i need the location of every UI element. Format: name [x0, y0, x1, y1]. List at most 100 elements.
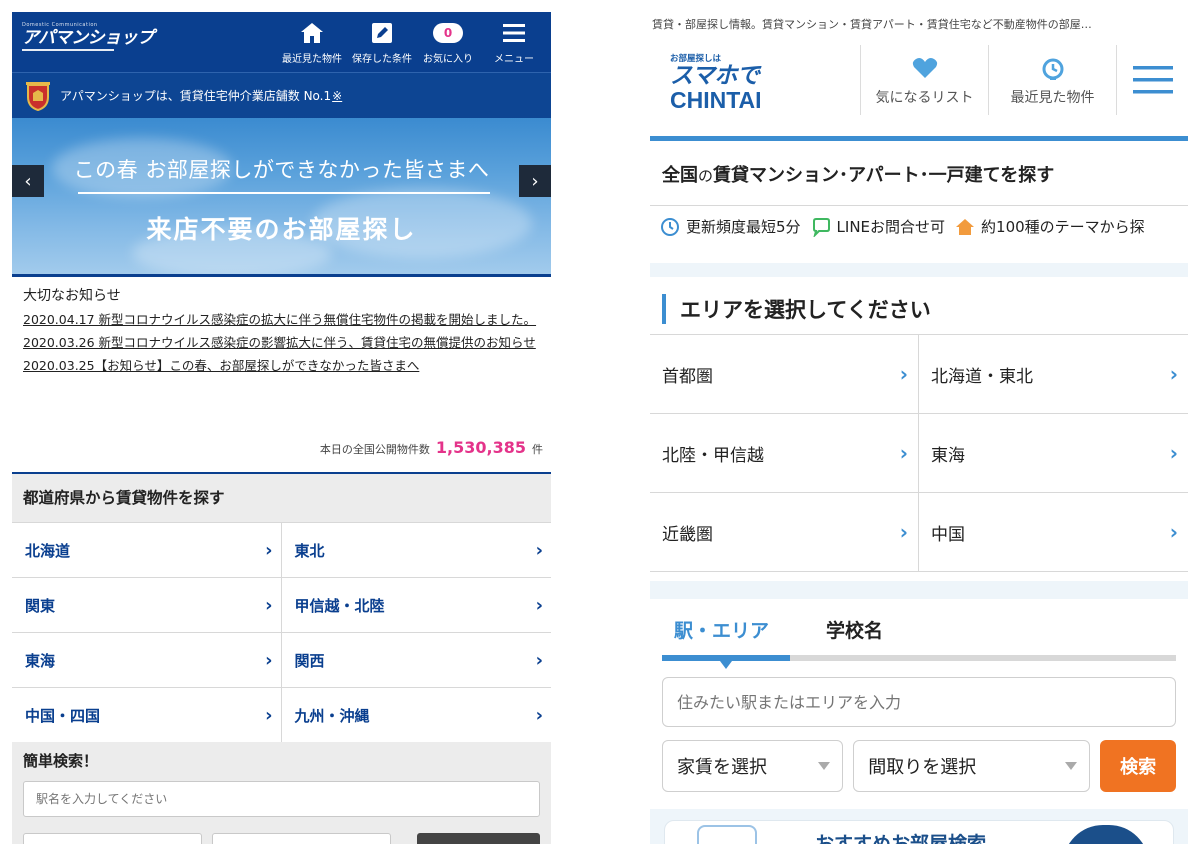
recommend-title: おすすめお部屋検索 — [815, 833, 987, 844]
favorite-count-badge: 0 — [433, 23, 463, 43]
nav-saved-button[interactable]: 保存した条件 — [349, 20, 415, 65]
quick-select-2[interactable] — [211, 833, 391, 844]
station-search-input[interactable] — [23, 781, 540, 817]
feature-item: 約100種のテーマから探 — [955, 216, 1145, 237]
nav-saved-label: 保存した条件 — [352, 54, 412, 65]
listing-count: 本日の全国公開物件数 1,530,385 件 — [320, 438, 543, 457]
tab-station-area[interactable]: 駅・エリア — [662, 616, 790, 655]
chintai-logo[interactable]: お部屋探しは スマホでCHINTAI — [670, 52, 850, 113]
station-area-input[interactable] — [662, 677, 1176, 727]
area-link-hokkaido-tohoku[interactable]: 北海道・東北 › — [919, 335, 1188, 414]
dropdown-caret-icon — [1065, 762, 1078, 770]
nav-favorites-label: お気に入り — [423, 54, 473, 65]
dropdown-caret-icon — [818, 762, 831, 770]
listing-count-value: 1,530,385 — [435, 438, 526, 457]
region-label: 北海道 — [25, 541, 71, 560]
banner-subheadline: 来店不要のお部屋探し — [146, 215, 417, 244]
feature-list: 更新頻度最短5分 LINEお問合せ可 約100種のテーマから探 — [650, 206, 1188, 237]
area-link-tokai[interactable]: 東海 › — [919, 414, 1188, 493]
area-link-kinki[interactable]: 近畿圏 › — [650, 493, 919, 572]
chevron-right-icon: › — [1169, 520, 1178, 544]
area-label: 東海 — [931, 445, 965, 466]
rent-select[interactable]: 家賃を選択 — [662, 740, 844, 792]
nav-favorites-button[interactable]: 0 お気に入り — [419, 20, 477, 65]
news-link[interactable]: 2020.03.26 新型コロナウイルス感染症の影響拡大に伴う、賃貸住宅の無償提… — [23, 332, 540, 353]
menu-button[interactable] — [1116, 45, 1188, 115]
clock-history-icon — [989, 45, 1116, 80]
layout-select[interactable]: 間取りを選択 — [853, 740, 1091, 792]
chevron-right-icon: › — [531, 170, 539, 192]
hero-title-mid: の — [698, 167, 714, 185]
area-link-chugoku[interactable]: 中国 › — [919, 493, 1188, 572]
nav-menu-button[interactable]: メニュー — [481, 20, 547, 65]
home-icon — [279, 20, 345, 46]
apamanshop-logo[interactable]: Domestic Communication アパマンショップ — [22, 22, 154, 51]
news-title: 大切なお知らせ — [23, 288, 121, 304]
header-nav: 最近見た物件 保存した条件 0 お気に入り メニュー — [279, 20, 547, 65]
banner-headline: この春 お部屋探しができなかった皆さまへ — [73, 158, 490, 182]
region-link-tohoku[interactable]: 東北 › — [281, 523, 551, 578]
chevron-right-icon: › — [265, 539, 273, 561]
search-filters: 家賃を選択 間取りを選択 検索 — [662, 740, 1176, 792]
clock-icon — [661, 217, 679, 236]
carousel-prev-button[interactable]: ‹ — [12, 165, 44, 197]
recent-viewed-button[interactable]: 最近見た物件 — [988, 45, 1116, 115]
hamburger-menu-icon — [1132, 66, 1173, 94]
nav-recent-label: 最近見た物件 — [282, 54, 342, 65]
chevron-right-icon: › — [535, 704, 543, 726]
listing-count-label: 本日の全国公開物件数 — [319, 443, 430, 456]
favorite-count-container: 0 — [419, 20, 477, 46]
tab-underline — [662, 655, 1176, 669]
chintai-nav: 気になるリスト 最近見た物件 — [860, 45, 1188, 115]
region-label: 甲信越・北陸 — [294, 596, 385, 615]
logo-sumaho: スマホで — [670, 63, 760, 89]
chevron-right-icon: › — [265, 594, 273, 616]
hero-banner[interactable]: この春 お部屋探しができなかった皆さまへ 来店不要のお部屋探し ‹ › — [12, 118, 551, 274]
favorites-list-button[interactable]: 気になるリスト — [860, 45, 988, 115]
feature-label: 更新頻度最短5分 — [686, 218, 801, 236]
search-tabs: 駅・エリア 学校名 — [662, 599, 1176, 655]
region-link-hokkaido[interactable]: 北海道 › — [12, 523, 282, 578]
chevron-right-icon: › — [535, 594, 543, 616]
region-link-koshinetsu-hokuriku[interactable]: 甲信越・北陸 › — [281, 578, 551, 633]
tab-school-name[interactable]: 学校名 — [790, 616, 883, 655]
tab-caret-icon — [720, 661, 732, 669]
tagline-note-link[interactable]: ※ — [332, 89, 342, 103]
quick-search-button[interactable] — [416, 833, 540, 844]
nav-recent-button[interactable]: 最近見た物件 — [279, 20, 345, 65]
house-icon — [956, 218, 975, 235]
region-label: 関東 — [25, 596, 56, 615]
quick-search-title: 簡単検索！ — [23, 752, 99, 770]
logo-tagline: Domestic Communication — [22, 22, 98, 28]
logo-text: アパマンショップ — [22, 28, 154, 48]
search-button[interactable]: 検索 — [1100, 740, 1176, 792]
hero-title-post: 賃貸マンション･アパート･一戸建てを探す — [713, 165, 1055, 186]
region-label: 関西 — [294, 651, 325, 670]
layout-select-label: 間取りを選択 — [868, 757, 977, 778]
recommend-banner[interactable]: おすすめお部屋検索 — [664, 820, 1174, 844]
chintai-screen: 賃貸・部屋探し情報。賃貸マンション・賃貸アパート・賃貸住宅など不動産物件の部屋…… — [650, 12, 1188, 844]
news-section: 大切なお知らせ 2020.04.17 新型コロナウイルス感染症の拡大に伴う無償住… — [12, 274, 551, 429]
apamanshop-screen: Domestic Communication アパマンショップ 最近見た物件 保… — [12, 12, 551, 844]
feature-label: LINEお問合せ可 — [836, 218, 946, 236]
quick-select-1[interactable] — [23, 833, 202, 844]
region-link-kyushu-okinawa[interactable]: 九州・沖縄 › — [281, 688, 551, 743]
area-label: 北海道・東北 — [931, 366, 1033, 387]
region-link-kanto[interactable]: 関東 › — [12, 578, 282, 633]
carousel-next-button[interactable]: › — [519, 165, 551, 197]
area-link-hokuriku-koshinetsu[interactable]: 北陸・甲信越 › — [650, 414, 919, 493]
region-link-chugoku-shikoku[interactable]: 中国・四国 › — [12, 688, 282, 743]
apamanshop-header: Domestic Communication アパマンショップ 最近見た物件 保… — [12, 12, 551, 72]
chevron-right-icon: › — [535, 539, 543, 561]
news-link[interactable]: 2020.04.17 新型コロナウイルス感染症の拡大に伴う無償住宅物件の掲載を開… — [23, 309, 540, 330]
pencil-icon — [349, 20, 415, 46]
region-link-kansai[interactable]: 関西 › — [281, 633, 551, 688]
region-link-tokai[interactable]: 東海 › — [12, 633, 282, 688]
chevron-right-icon: › — [899, 362, 908, 386]
prefecture-search-title: 都道府県から賃貸物件を探す — [12, 472, 551, 522]
area-link-shutoken[interactable]: 首都圏 › — [650, 335, 919, 414]
area-title: エリアを選択してください — [680, 298, 931, 322]
chevron-right-icon: › — [1169, 441, 1178, 465]
region-label: 東北 — [294, 541, 325, 560]
news-link[interactable]: 2020.03.25【お知らせ】この春、お部屋探しができなかった皆さまへ — [23, 355, 540, 376]
